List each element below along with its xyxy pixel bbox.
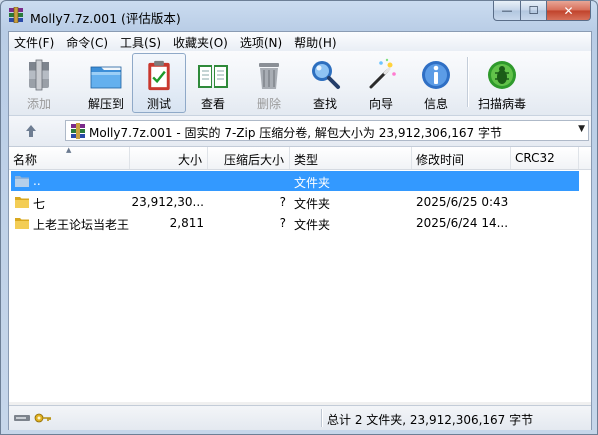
- row-name: 上老王论坛当老王: [33, 218, 130, 232]
- menu-commands[interactable]: 命令(C): [61, 32, 115, 51]
- find-label: 查找: [312, 97, 337, 111]
- status-bar: 总计 2 文件夹, 23,912,306,167 字节: [9, 405, 591, 430]
- delete-button[interactable]: 删除: [243, 53, 295, 113]
- column-size-label: 大小: [177, 153, 202, 167]
- view-label: 查看: [200, 97, 225, 111]
- virus-scan-button[interactable]: 扫描病毒: [471, 53, 533, 113]
- row-size: 23,912,30...: [131, 195, 204, 209]
- row-size: 2,811: [169, 216, 204, 230]
- app-window: Molly7.7z.001 (评估版本) — ☐ ✕ 文件(F) 命令(C) 工…: [0, 0, 598, 435]
- close-button[interactable]: ✕: [547, 1, 591, 21]
- menu-favorites[interactable]: 收藏夹(O): [168, 32, 235, 51]
- parent-folder-icon: [15, 176, 29, 187]
- address-text: Molly7.7z.001 - 固实的 7-Zip 压缩分卷, 解包大小为 23…: [89, 126, 502, 140]
- row-type: 文件夹: [294, 176, 331, 190]
- test-label: 测试: [146, 97, 171, 111]
- wizard-button[interactable]: 向导: [355, 53, 407, 113]
- extract-to-button[interactable]: 解压到: [79, 53, 133, 113]
- column-crc32[interactable]: CRC32: [511, 147, 579, 169]
- column-type[interactable]: 类型: [290, 147, 412, 169]
- file-list[interactable]: 名称 ▲ 大小 压缩后大小 类型 修改时间 CRC32 .. 文件夹 七 23,…: [9, 146, 591, 402]
- caption-buttons: — ☐ ✕: [493, 1, 591, 21]
- info-icon: [422, 61, 450, 89]
- view-book-icon: [198, 65, 228, 88]
- view-button[interactable]: 查看: [187, 53, 239, 113]
- row-modified: 2025/6/25 0:43: [416, 195, 509, 209]
- address-field[interactable]: Molly7.7z.001 - 固实的 7-Zip 压缩分卷, 解包大小为 23…: [65, 120, 589, 141]
- extract-folder-icon: [90, 66, 122, 89]
- row-type: 文件夹: [294, 197, 331, 211]
- close-icon: ✕: [563, 3, 574, 18]
- info-button[interactable]: 信息: [410, 53, 462, 113]
- menu-tools[interactable]: 工具(S): [115, 32, 168, 51]
- test-button[interactable]: 测试: [132, 53, 186, 113]
- column-modified-label: 修改时间: [416, 153, 465, 167]
- maximize-button[interactable]: ☐: [521, 1, 547, 21]
- table-row[interactable]: 七 23,912,30... ? 文件夹 2025/6/25 0:43: [11, 192, 579, 212]
- column-packed-size[interactable]: 压缩后大小: [208, 147, 290, 169]
- row-packed: ?: [279, 216, 286, 230]
- winrar-app-icon[interactable]: [8, 7, 24, 23]
- archive-icon: [71, 123, 85, 139]
- client-area: 文件(F) 命令(C) 工具(S) 收藏夹(O) 选项(N) 帮助(H) 添加: [8, 31, 592, 430]
- address-dropdown-icon[interactable]: ▼: [578, 124, 585, 134]
- column-size[interactable]: 大小: [130, 147, 208, 169]
- row-modified: 2025/6/24 14...: [416, 216, 509, 230]
- minimize-icon: —: [501, 4, 513, 17]
- column-name-label: 名称: [13, 153, 38, 167]
- delete-trash-icon: [259, 63, 279, 89]
- column-modified[interactable]: 修改时间: [412, 147, 511, 169]
- drive-and-key-icon[interactable]: [13, 411, 53, 425]
- row-type: 文件夹: [294, 218, 331, 232]
- column-header-row: 名称 ▲ 大小 压缩后大小 类型 修改时间 CRC32: [9, 146, 591, 170]
- info-label: 信息: [423, 97, 448, 111]
- column-type-label: 类型: [294, 153, 319, 167]
- folder-icon: [15, 218, 29, 229]
- maximize-icon: ☐: [528, 4, 539, 17]
- menu-file[interactable]: 文件(F): [9, 32, 61, 51]
- add-archive-icon: [29, 59, 49, 91]
- toolbar-separator: [467, 57, 469, 107]
- menu-bar: 文件(F) 命令(C) 工具(S) 收藏夹(O) 选项(N) 帮助(H): [9, 32, 591, 51]
- wizard-wand-icon: [369, 58, 396, 89]
- address-bar: Molly7.7z.001 - 固实的 7-Zip 压缩分卷, 解包大小为 23…: [9, 116, 591, 147]
- virus-scan-bug-icon: [488, 61, 516, 89]
- wizard-label: 向导: [368, 97, 393, 111]
- find-button[interactable]: 查找: [299, 53, 351, 113]
- virus-scan-label: 扫描病毒: [477, 97, 526, 111]
- minimize-button[interactable]: —: [493, 1, 521, 21]
- sort-ascending-icon: ▲: [66, 146, 72, 154]
- toolbar: 添加 解压到 测试 查看 删除 查找 向导 信息 扫描病毒: [9, 51, 591, 116]
- test-clipboard-icon: [148, 60, 170, 91]
- extract-to-label: 解压到: [87, 97, 124, 111]
- row-name: 七: [33, 197, 46, 211]
- menu-options[interactable]: 选项(N): [235, 32, 289, 51]
- add-label: 添加: [26, 97, 51, 111]
- column-packed-label: 压缩后大小: [223, 153, 284, 167]
- table-row[interactable]: 上老王论坛当老王 2,811 ? 文件夹 2025/6/24 14...: [11, 213, 579, 233]
- column-crc-label: CRC32: [515, 151, 555, 165]
- up-one-level-icon[interactable]: [21, 122, 41, 140]
- window-title: Molly7.7z.001 (评估版本): [30, 11, 181, 26]
- row-name: ..: [33, 174, 41, 188]
- title-bar[interactable]: Molly7.7z.001 (评估版本) — ☐ ✕: [1, 1, 597, 31]
- delete-label: 删除: [256, 97, 281, 111]
- row-packed: ?: [279, 195, 286, 209]
- status-summary: 总计 2 文件夹, 23,912,306,167 字节: [327, 413, 534, 427]
- find-magnifier-icon: [312, 61, 340, 89]
- status-divider: [321, 409, 323, 427]
- table-row[interactable]: .. 文件夹: [11, 171, 579, 191]
- column-name[interactable]: 名称 ▲: [9, 146, 130, 169]
- folder-icon: [15, 197, 29, 208]
- menu-help[interactable]: 帮助(H): [289, 32, 343, 51]
- add-button[interactable]: 添加: [13, 53, 65, 113]
